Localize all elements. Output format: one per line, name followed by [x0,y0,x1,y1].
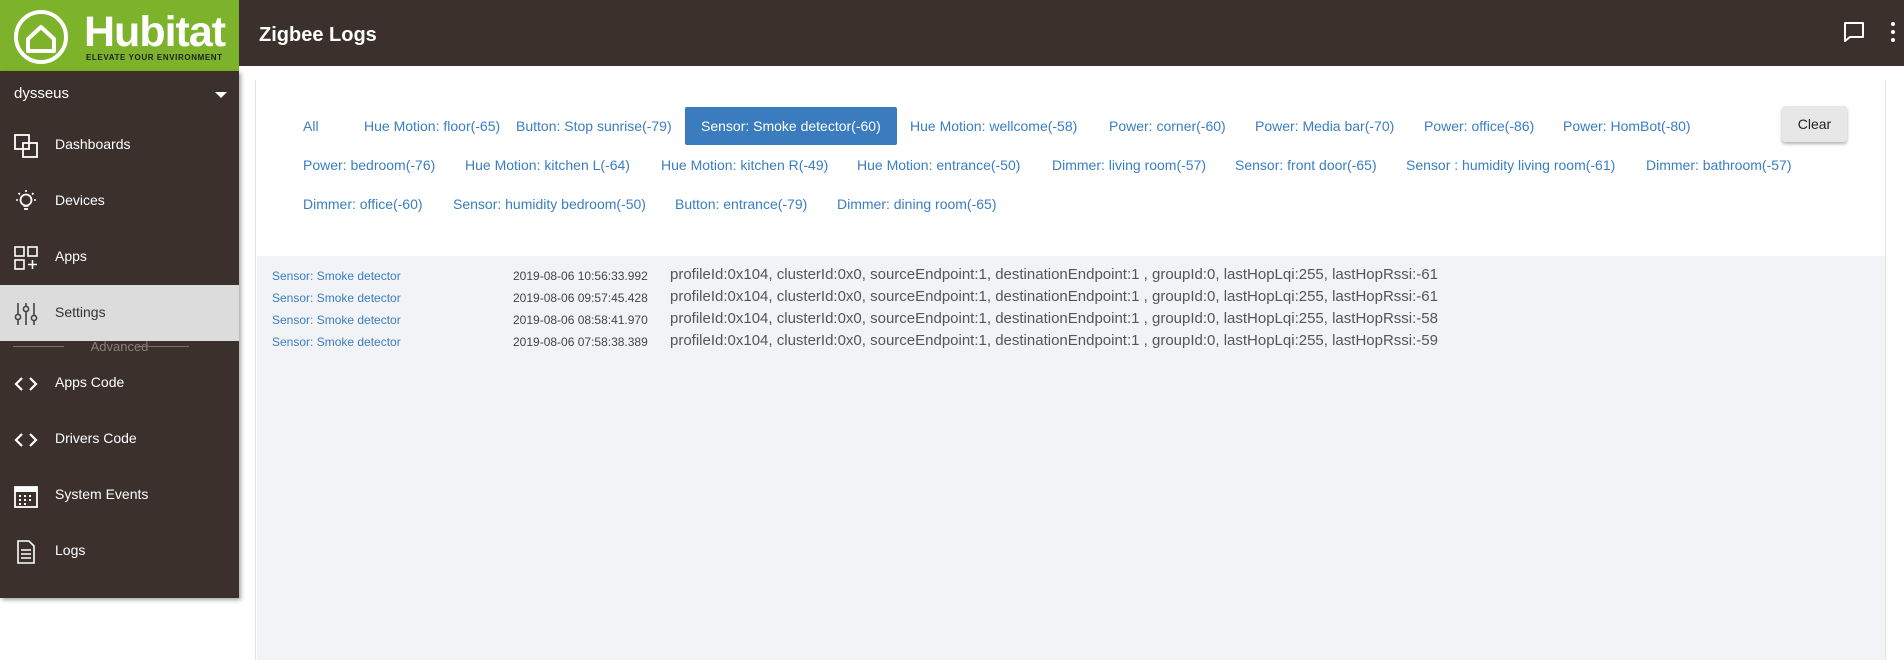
sidebar-item-apps-code[interactable]: Apps Code [0,355,239,411]
filter-chip[interactable]: Dimmer: dining room(-65) [821,185,1012,223]
device-filter-bar: All Hue Motion: floor(-65) Button: Stop … [256,80,1886,256]
sidebar-item-label: Dashboards [55,136,131,152]
log-source-link[interactable]: Sensor: Smoke detector [272,335,401,349]
filter-chip[interactable]: Power: HomBot(-80) [1547,107,1707,145]
filter-chip[interactable]: Sensor : humidity living room(-61) [1390,146,1631,184]
log-source-link[interactable]: Sensor: Smoke detector [272,269,401,283]
user-menu[interactable]: dysseus [0,71,239,117]
log-row: Sensor: Smoke detector 2019-08-06 07:58:… [257,330,1885,352]
sidebar-item-dashboards[interactable]: Dashboards [0,117,239,173]
log-timestamp: 2019-08-06 09:57:45.428 [513,291,648,305]
main-content: All Hue Motion: floor(-65) Button: Stop … [255,80,1886,660]
filter-chip[interactable]: Hue Motion: floor(-65) [348,107,516,145]
sidebar-item-label: Settings [55,304,106,320]
sidebar-item-settings[interactable]: Settings [0,285,239,341]
log-row: Sensor: Smoke detector 2019-08-06 10:56:… [257,264,1885,286]
top-bar: Zigbee Logs [0,0,1904,66]
user-name: dysseus [14,85,70,102]
filter-all[interactable]: All [287,107,335,145]
sidebar-item-drivers-code[interactable]: Drivers Code [0,411,239,467]
home-logo-icon [14,10,68,64]
log-list: Sensor: Smoke detector 2019-08-06 10:56:… [257,256,1885,660]
log-timestamp: 2019-08-06 08:58:41.970 [513,313,648,327]
filter-chip[interactable]: Power: bedroom(-76) [287,146,451,184]
sidebar-item-label: Apps [55,248,87,264]
filter-chip[interactable]: Power: office(-86) [1408,107,1550,145]
sliders-icon [14,303,38,325]
log-timestamp: 2019-08-06 10:56:33.992 [513,269,648,283]
log-source-link[interactable]: Sensor: Smoke detector [272,313,401,327]
filter-chip[interactable]: Dimmer: living room(-57) [1036,146,1222,184]
page-scroll-gutter [1885,80,1904,660]
filter-chip[interactable]: Hue Motion: kitchen R(-49) [645,146,844,184]
sidebar-item-label: Apps Code [55,374,125,390]
hubitat-logo[interactable]: Hubitat ELEVATE YOUR ENVIRONMENT [0,0,239,71]
log-message: profileId:0x104, clusterId:0x0, sourceEn… [670,288,1438,305]
more-vert-icon[interactable] [1888,22,1898,46]
code-icon [14,377,38,391]
sidebar-item-apps[interactable]: Apps [0,229,239,285]
log-message: profileId:0x104, clusterId:0x0, sourceEn… [670,332,1438,349]
chat-icon[interactable] [1842,20,1866,44]
filter-chip[interactable]: Power: Media bar(-70) [1239,107,1410,145]
filter-chip[interactable]: Dimmer: bathroom(-57) [1630,146,1807,184]
filter-chip[interactable]: Hue Motion: kitchen L(-64) [449,146,646,184]
log-row: Sensor: Smoke detector 2019-08-06 09:57:… [257,286,1885,308]
filter-chip[interactable]: Sensor: humidity bedroom(-50) [437,185,662,223]
sidebar-item-logs[interactable]: Logs [0,523,239,579]
log-message: profileId:0x104, clusterId:0x0, sourceEn… [670,266,1438,283]
advanced-divider: Advanced [0,339,239,354]
log-timestamp: 2019-08-06 07:58:38.389 [513,335,648,349]
filter-chip[interactable]: Hue Motion: entrance(-50) [841,146,1036,184]
sidebar-item-label: Logs [55,542,86,558]
log-row: Sensor: Smoke detector 2019-08-06 08:58:… [257,308,1885,330]
log-message: profileId:0x104, clusterId:0x0, sourceEn… [670,310,1438,327]
log-source-link[interactable]: Sensor: Smoke detector [272,291,401,305]
filter-chip[interactable]: Button: entrance(-79) [659,185,823,223]
dashboards-icon [14,134,38,158]
calendar-icon [14,486,38,508]
filter-chip-active[interactable]: Sensor: Smoke detector(-60) [685,107,897,145]
page-title: Zigbee Logs [259,24,377,46]
document-icon [17,540,35,564]
sidebar-item-label: System Events [55,486,149,502]
sidebar-item-system-events[interactable]: System Events [0,467,239,523]
sidebar: dysseus Dashboards Devices Apps Settings… [0,71,239,598]
filter-chip[interactable]: Sensor: front door(-65) [1219,146,1393,184]
filter-chip[interactable]: Hue Motion: wellcome(-58) [894,107,1093,145]
apps-grid-icon [14,246,38,270]
filter-chip[interactable]: Power: corner(-60) [1093,107,1242,145]
sidebar-item-devices[interactable]: Devices [0,173,239,229]
sidebar-item-label: Devices [55,192,105,208]
advanced-label: Advanced [90,339,149,354]
divider-line [138,346,189,347]
filter-chip[interactable]: Dimmer: office(-60) [287,185,439,223]
logo-name: Hubitat [84,8,226,56]
lightbulb-icon [16,190,36,210]
logo-tagline: ELEVATE YOUR ENVIRONMENT [86,53,223,62]
code-icon [14,433,38,447]
caret-down-icon [215,92,227,98]
sidebar-item-label: Drivers Code [55,430,137,446]
filter-chip[interactable]: Button: Stop sunrise(-79) [500,107,688,145]
clear-button[interactable]: Clear [1782,106,1847,142]
